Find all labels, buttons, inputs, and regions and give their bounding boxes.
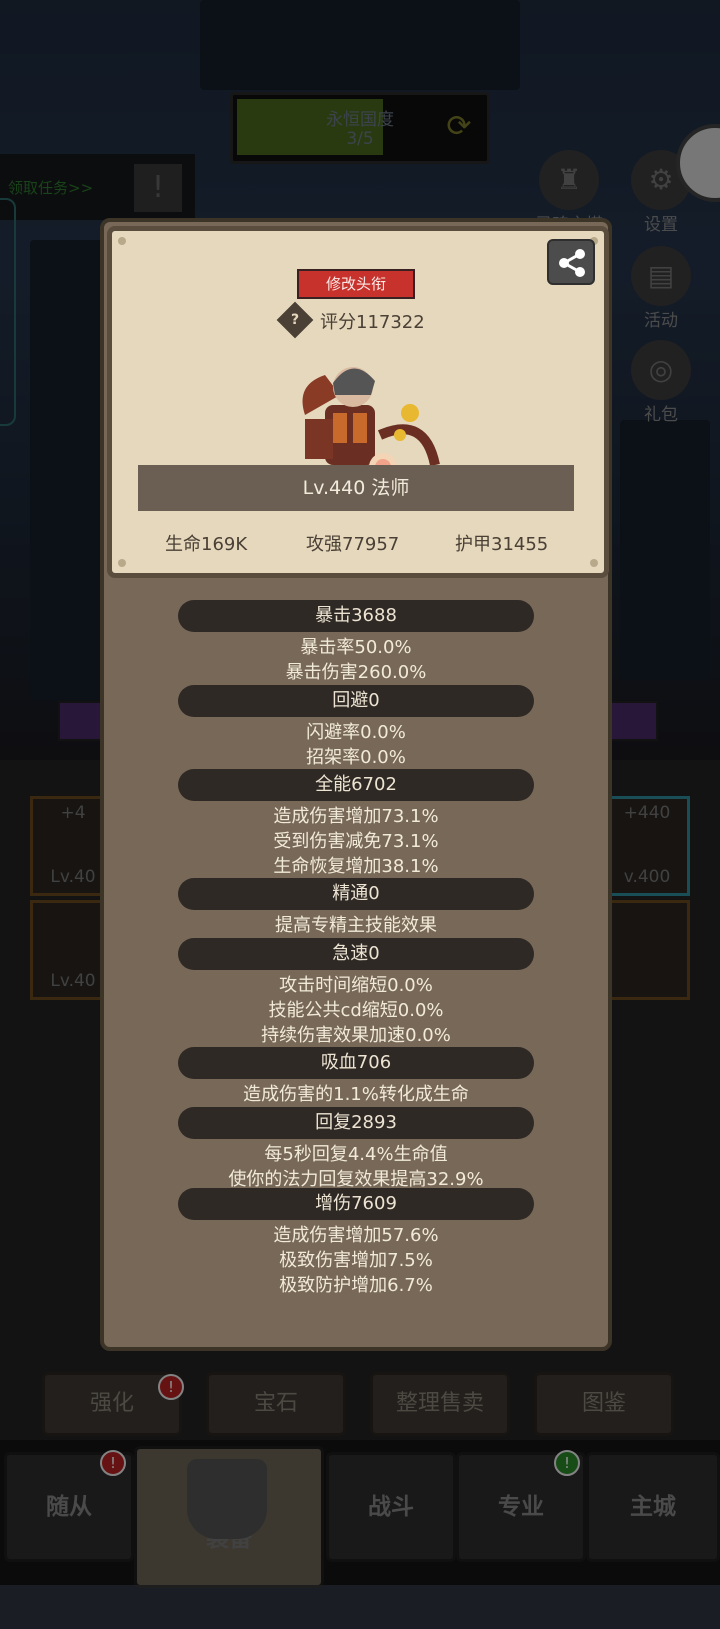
attr-header-evasion: 回避0 (178, 685, 534, 717)
attr-header-mastery: 精通0 (178, 878, 534, 910)
attr-header-regen: 回复2893 (178, 1107, 534, 1139)
card-rivet (590, 559, 598, 567)
card-rivet (118, 237, 126, 245)
attr-line: 持续伤害效果加速0.0% (261, 1025, 451, 1046)
attr-header-damage-boost: 增伤7609 (178, 1188, 534, 1220)
stat-hp: 生命169K (165, 534, 248, 555)
attr-line: 极致防护增加6.7% (279, 1275, 433, 1296)
attr-line: 暴击伤害260.0% (285, 662, 427, 683)
attr-line: 造成伤害增加73.1% (273, 806, 439, 827)
attr-line: 受到伤害减免73.1% (273, 831, 439, 852)
attr-line: 技能公共cd缩短0.0% (268, 1000, 444, 1021)
stat-armor: 护甲31455 (455, 534, 549, 555)
attr-header-versatility: 全能6702 (178, 769, 534, 801)
score-text: 评分117322 (320, 312, 425, 333)
attr-line: 提高专精主技能效果 (275, 915, 437, 936)
attr-line: 造成伤害增加57.6% (273, 1225, 439, 1246)
card-rivet (118, 559, 126, 567)
attr-header-haste: 急速0 (178, 938, 534, 970)
share-icon (559, 249, 585, 277)
attr-line: 极致伤害增加7.5% (279, 1250, 433, 1271)
level-class-bar: Lv.440 法师 (138, 465, 574, 511)
attr-header-lifesteal: 吸血706 (178, 1047, 534, 1079)
attr-line: 生命恢复增加38.1% (273, 856, 439, 877)
attr-line: 攻击时间缩短0.0% (279, 975, 433, 996)
share-button[interactable] (547, 239, 595, 285)
stat-attack: 攻强77957 (306, 534, 400, 555)
attr-line: 暴击率50.0% (300, 637, 412, 658)
attr-line: 造成伤害的1.1%转化成生命 (243, 1084, 469, 1105)
attr-line: 每5秒回复4.4%生命值 (264, 1144, 448, 1165)
attr-line: 招架率0.0% (306, 747, 406, 768)
attr-line: 闪避率0.0% (306, 722, 406, 743)
edit-title-button[interactable]: 修改头衔 (297, 269, 415, 299)
attr-header-crit: 暴击3688 (178, 600, 534, 632)
help-icon[interactable]: ? (276, 301, 314, 339)
